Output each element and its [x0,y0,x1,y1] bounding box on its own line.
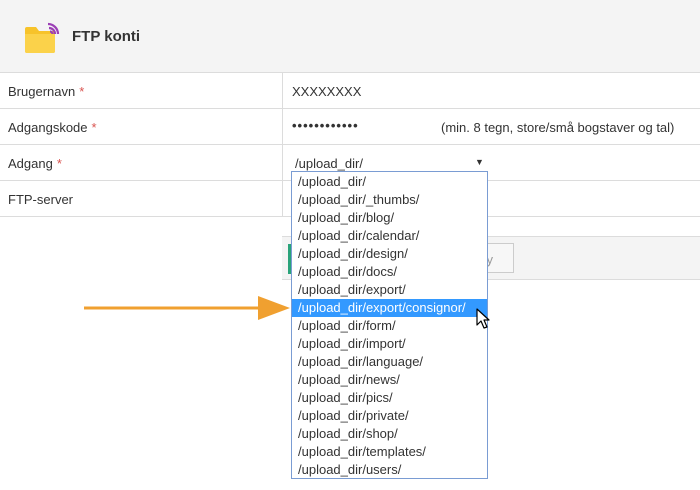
required-mark: * [79,84,85,99]
password-label-text: Adgangskode [8,120,88,135]
dropdown-option[interactable]: /upload_dir/form/ [292,317,487,335]
access-dropdown-list[interactable]: /upload_dir//upload_dir/_thumbs//upload_… [291,171,488,479]
required-mark: * [56,156,62,171]
username-label: Brugernavn * [8,84,84,99]
dropdown-option[interactable]: /upload_dir/design/ [292,245,487,263]
dropdown-option[interactable]: /upload_dir/language/ [292,353,487,371]
required-mark: * [91,120,97,135]
column-divider [282,145,283,180]
dropdown-option[interactable]: /upload_dir/export/consignor/ [292,299,487,317]
folder-icon [25,22,60,53]
password-hint: (min. 8 tegn, store/små bogstaver og tal… [441,120,675,135]
dropdown-option[interactable]: /upload_dir/pics/ [292,389,487,407]
dropdown-option[interactable]: /upload_dir/_thumbs/ [292,191,487,209]
password-field[interactable]: •••••••••••• [292,118,359,133]
access-label: Adgang * [8,156,62,171]
page-title: FTP konti [72,28,141,45]
password-row: Adgangskode * •••••••••••• (min. 8 tegn, … [0,109,700,145]
dropdown-option[interactable]: /upload_dir/templates/ [292,443,487,461]
column-divider [282,181,283,216]
arrow-annotation-icon [84,296,290,320]
dropdown-option[interactable]: /upload_dir/ [292,173,487,191]
username-field[interactable]: XXXXXXXX [292,84,361,99]
dropdown-option[interactable]: /upload_dir/private/ [292,407,487,425]
column-divider [282,109,283,144]
dropdown-option[interactable]: /upload_dir/blog/ [292,209,487,227]
dropdown-option[interactable]: /upload_dir/export/ [292,281,487,299]
dropdown-option[interactable]: /upload_dir/shop/ [292,425,487,443]
mouse-cursor-icon [476,308,490,329]
column-divider [282,73,283,108]
dropdown-option[interactable]: /upload_dir/docs/ [292,263,487,281]
access-select[interactable]: /upload_dir/ [295,156,363,171]
dropdown-option[interactable]: /upload_dir/calendar/ [292,227,487,245]
ftp-server-label: FTP-server [8,192,73,207]
select-arrow-icon[interactable]: ▼ [475,157,484,167]
password-label: Adgangskode * [8,120,97,135]
username-row: Brugernavn * XXXXXXXX [0,73,700,109]
access-label-text: Adgang [8,156,53,171]
dropdown-option[interactable]: /upload_dir/users/ [292,461,487,479]
username-label-text: Brugernavn [8,84,76,99]
dropdown-option[interactable]: /upload_dir/import/ [292,335,487,353]
page-header: FTP konti [0,0,700,73]
dropdown-option[interactable]: /upload_dir/news/ [292,371,487,389]
